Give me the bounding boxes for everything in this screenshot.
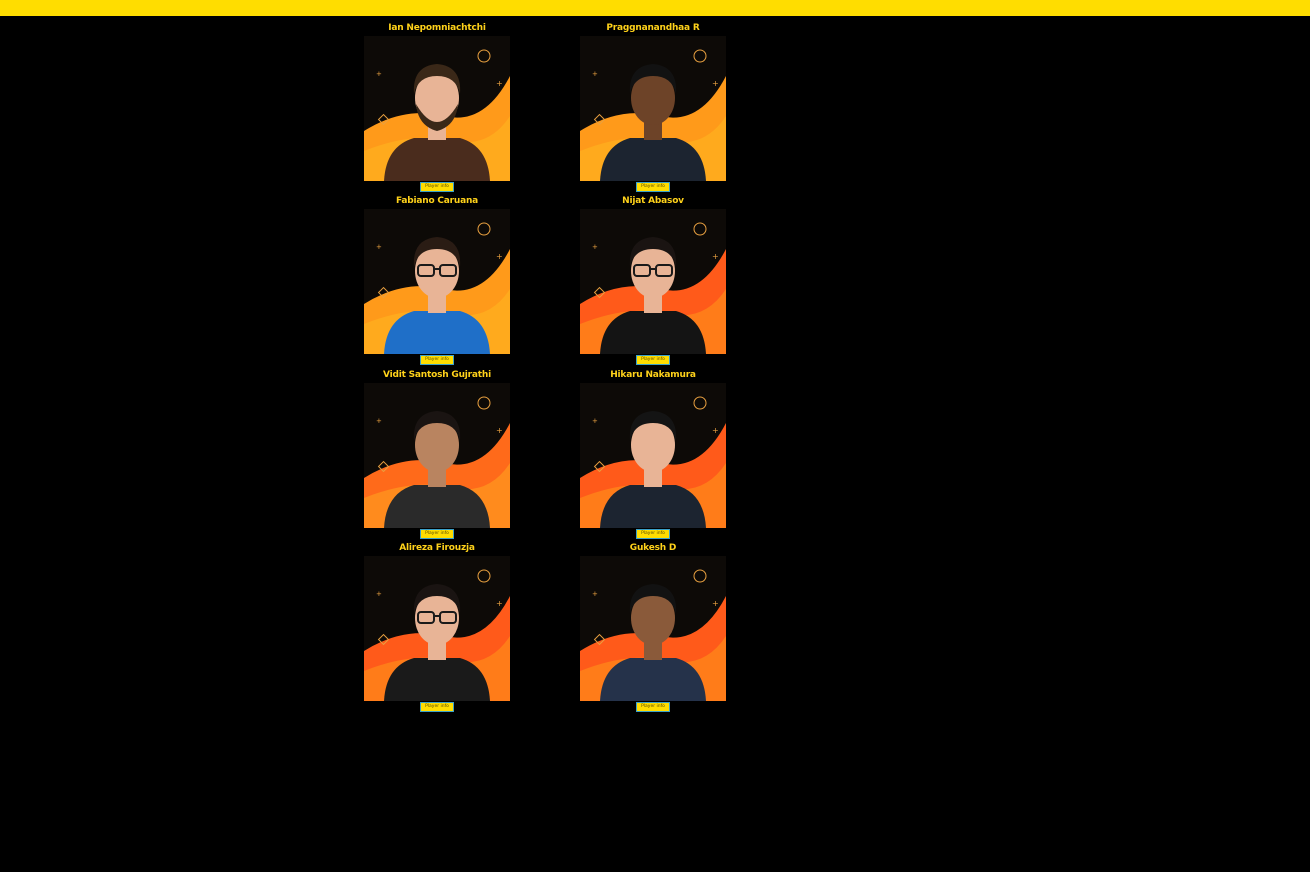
portrait-artwork: + + — [580, 556, 726, 701]
player-card: Vidit Santosh Gujrathi + + Player info — [364, 366, 510, 540]
player-info-button[interactable]: Player info — [636, 182, 670, 192]
svg-text:+: + — [592, 70, 598, 78]
player-card: Fabiano Caruana + + Player info — [364, 192, 510, 366]
player-info-button[interactable]: Player info — [420, 182, 454, 192]
portrait-artwork: + + — [580, 383, 726, 528]
portrait-artwork: + + — [364, 36, 510, 181]
svg-text:+: + — [496, 426, 503, 435]
player-photo: + + — [580, 209, 726, 354]
svg-text:+: + — [712, 252, 719, 261]
svg-text:+: + — [376, 590, 382, 598]
player-photo: + + — [580, 383, 726, 528]
portrait-artwork: + + — [580, 209, 726, 354]
player-info-button[interactable]: Player info — [420, 529, 454, 539]
player-info-button[interactable]: Player info — [636, 529, 670, 539]
player-card: Gukesh D + + Player info — [580, 539, 726, 713]
player-info-button[interactable]: Player info — [636, 702, 670, 712]
svg-text:+: + — [712, 599, 719, 608]
player-name: Nijat Abasov — [622, 196, 684, 206]
player-card: Hikaru Nakamura + + Player info — [580, 366, 726, 540]
player-info-button[interactable]: Player info — [420, 702, 454, 712]
player-card: Praggnanandhaa R + + Player info — [580, 19, 726, 193]
player-name: Praggnanandhaa R — [606, 23, 700, 33]
svg-text:+: + — [376, 243, 382, 251]
svg-text:+: + — [712, 79, 719, 88]
player-photo: + + — [364, 36, 510, 181]
player-name: Hikaru Nakamura — [610, 370, 696, 380]
player-card: Alireza Firouzja + + Player info — [364, 539, 510, 713]
svg-text:+: + — [592, 417, 598, 425]
player-card: Ian Nepomniachtchi + + Player info — [364, 19, 510, 193]
svg-text:+: + — [376, 417, 382, 425]
player-info-button[interactable]: Player info — [636, 355, 670, 365]
svg-text:+: + — [712, 426, 719, 435]
player-name: Alireza Firouzja — [399, 543, 475, 553]
player-info-button[interactable]: Player info — [420, 355, 454, 365]
player-name: Ian Nepomniachtchi — [388, 23, 486, 33]
portrait-artwork: + + — [364, 383, 510, 528]
player-photo: + + — [364, 383, 510, 528]
svg-text:+: + — [496, 599, 503, 608]
player-name: Vidit Santosh Gujrathi — [383, 370, 491, 380]
svg-text:+: + — [496, 79, 503, 88]
svg-text:+: + — [496, 252, 503, 261]
portrait-artwork: + + — [580, 36, 726, 181]
player-photo: + + — [364, 209, 510, 354]
player-name: Fabiano Caruana — [395, 196, 479, 206]
svg-text:+: + — [592, 590, 598, 598]
player-photo: + + — [580, 36, 726, 181]
top-yellow-bar — [0, 0, 1310, 16]
svg-text:+: + — [376, 70, 382, 78]
portrait-artwork: + + — [364, 209, 510, 354]
player-card: Nijat Abasov + + Player info — [580, 192, 726, 366]
player-photo: + + — [580, 556, 726, 701]
portrait-artwork: + + — [364, 556, 510, 701]
player-photo: + + — [364, 556, 510, 701]
svg-text:+: + — [592, 243, 598, 251]
player-name: Gukesh D — [629, 543, 677, 553]
